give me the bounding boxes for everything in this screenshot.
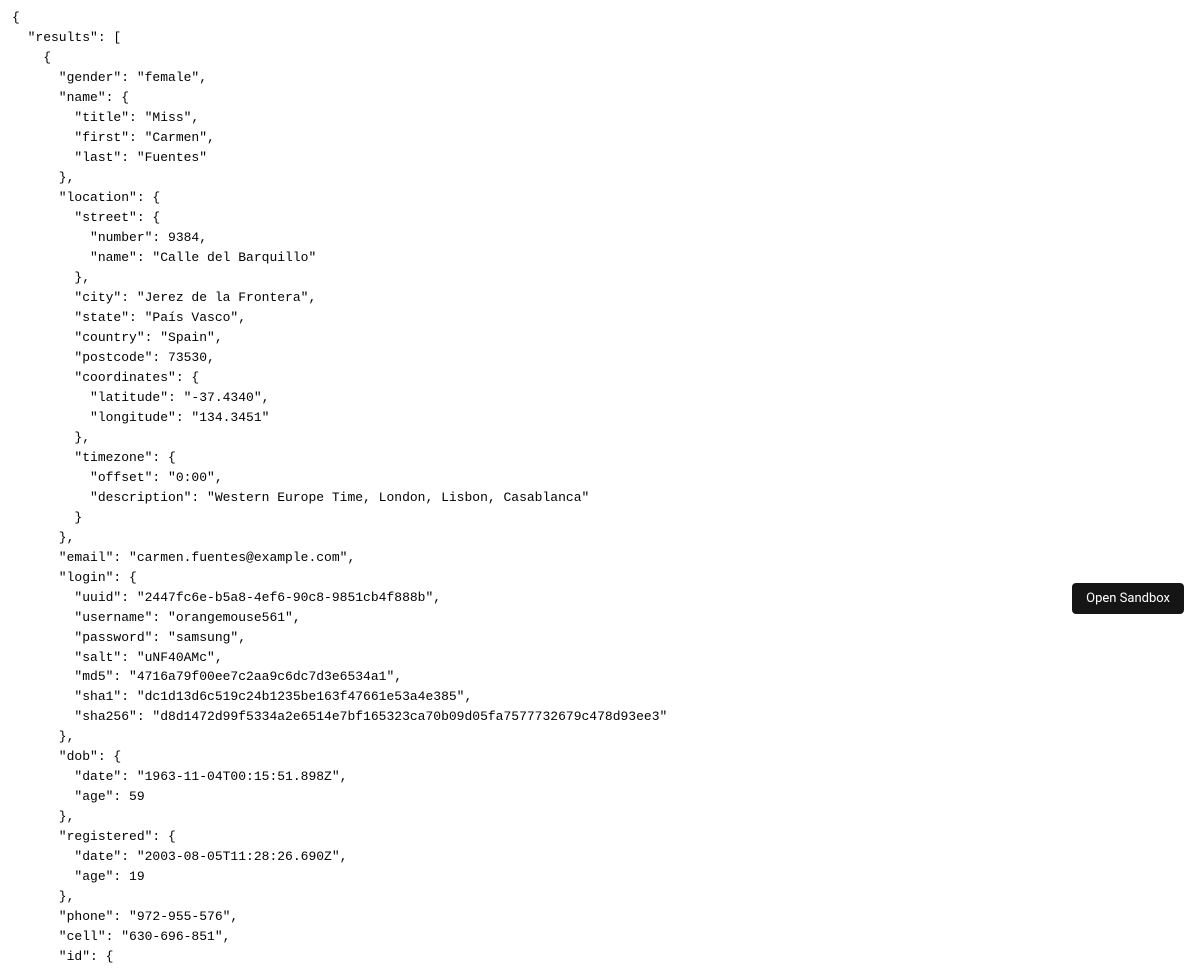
json-output: { "results": [ { "gender": "female", "na…	[0, 0, 1200, 975]
open-sandbox-button[interactable]: Open Sandbox	[1072, 583, 1184, 614]
